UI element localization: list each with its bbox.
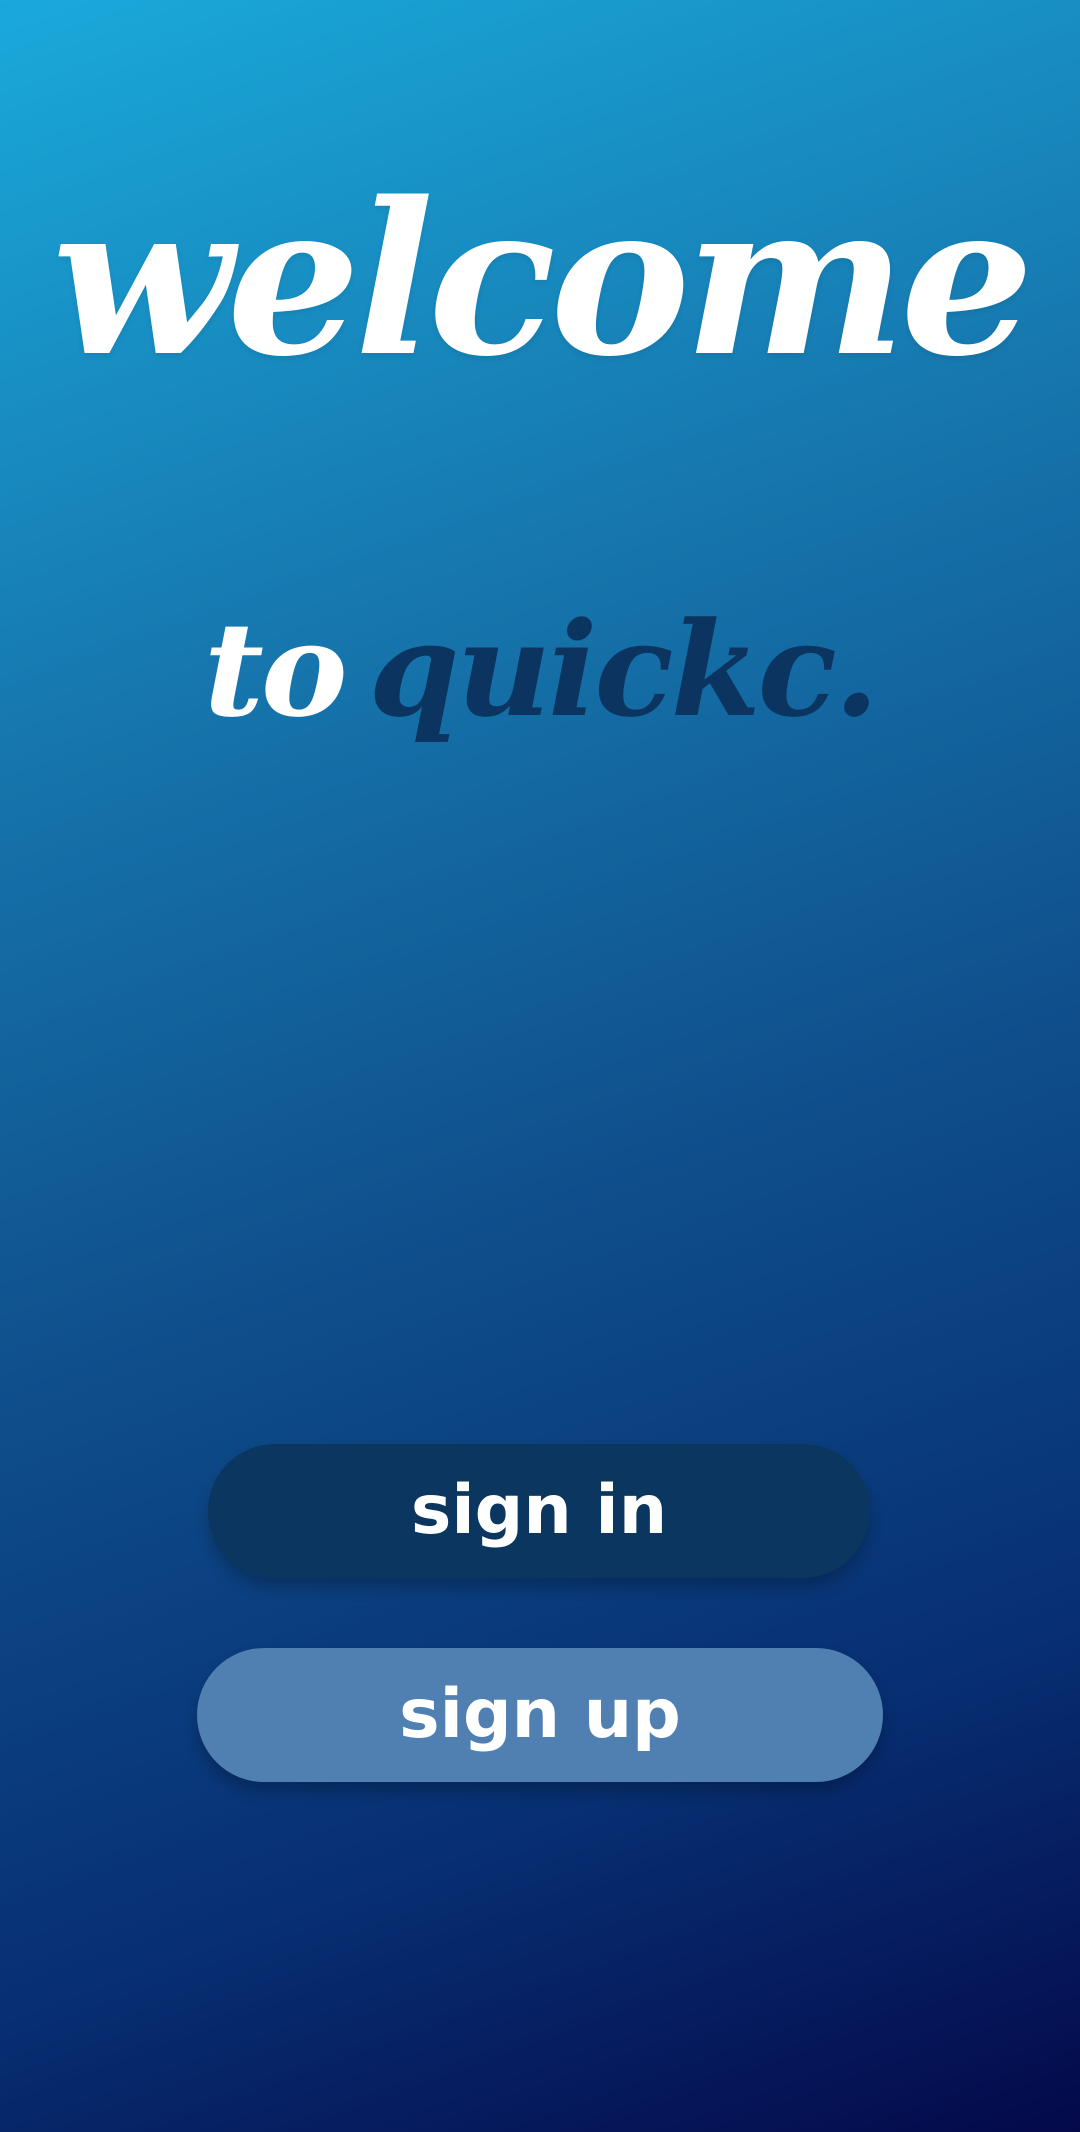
- welcome-title: welcome: [52, 156, 1034, 403]
- sign-up-button[interactable]: sign up: [197, 1648, 883, 1782]
- welcome-subtitle: to quickc.: [0, 590, 1080, 750]
- subtitle-to-text: to: [203, 593, 348, 746]
- welcome-screen: welcome to quickc. sign in sign up: [0, 0, 1080, 2132]
- sign-in-button[interactable]: sign in: [208, 1444, 870, 1578]
- brand-name: quickc.: [368, 593, 879, 746]
